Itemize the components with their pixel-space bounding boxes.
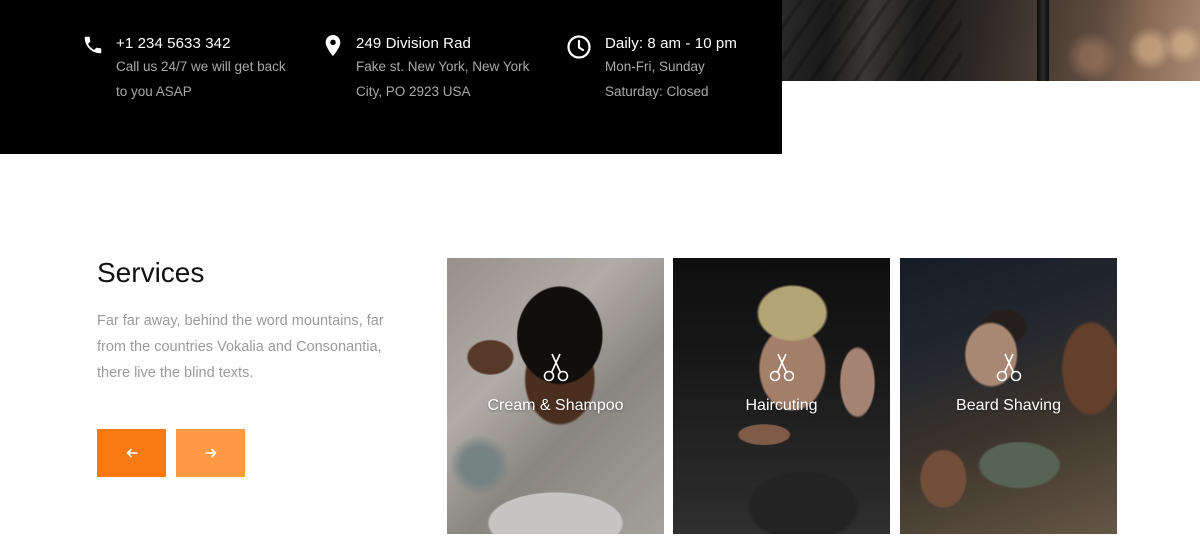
contact-info-bar: +1 234 5633 342 Call us 24/7 we will get…	[0, 0, 782, 154]
arrow-right-icon	[204, 446, 217, 461]
phone-icon	[82, 34, 112, 60]
contact-hours: Daily: 8 am - 10 pm Mon-Fri, Sunday Satu…	[566, 34, 737, 104]
address-line-2: City, PO 2923 USA	[356, 84, 471, 99]
hours-line-1: Mon-Fri, Sunday	[605, 59, 705, 74]
arrow-left-icon	[126, 446, 138, 461]
address-line-1: Fake st. New York, New York	[356, 59, 530, 74]
scissors-icon	[765, 351, 799, 385]
hero-background-photo	[782, 0, 1200, 81]
next-button[interactable]	[176, 429, 245, 477]
hours-line-2: Saturday: Closed	[605, 84, 709, 99]
scissors-icon	[992, 351, 1026, 385]
phone-number[interactable]: +1 234 5633 342	[116, 34, 286, 54]
phone-note-line-2: to you ASAP	[116, 84, 192, 99]
service-card-label: Cream & Shampoo	[487, 397, 624, 414]
service-card-label: Haircuting	[745, 397, 818, 414]
service-card-cream-shampoo[interactable]: Cream & Shampoo	[447, 258, 664, 534]
phone-note-line-1: Call us 24/7 we will get back	[116, 59, 286, 74]
address-title: 249 Division Rad	[356, 35, 471, 52]
contact-phone: +1 234 5633 342 Call us 24/7 we will get…	[82, 34, 286, 104]
service-card-beard-shaving[interactable]: Beard Shaving	[900, 258, 1117, 534]
service-card-haircuting[interactable]: Haircuting	[673, 258, 890, 534]
services-heading: Services	[97, 257, 205, 288]
contact-address: 249 Division Rad Fake st. New York, New …	[322, 34, 529, 104]
previous-button[interactable]	[97, 429, 166, 477]
clock-icon	[566, 34, 596, 60]
map-pin-icon	[322, 34, 352, 60]
hours-title: Daily: 8 am - 10 pm	[605, 35, 737, 52]
scissors-icon	[539, 351, 573, 385]
services-description: Far far away, behind the word mountains,…	[97, 313, 384, 381]
service-card-label: Beard Shaving	[956, 397, 1061, 414]
